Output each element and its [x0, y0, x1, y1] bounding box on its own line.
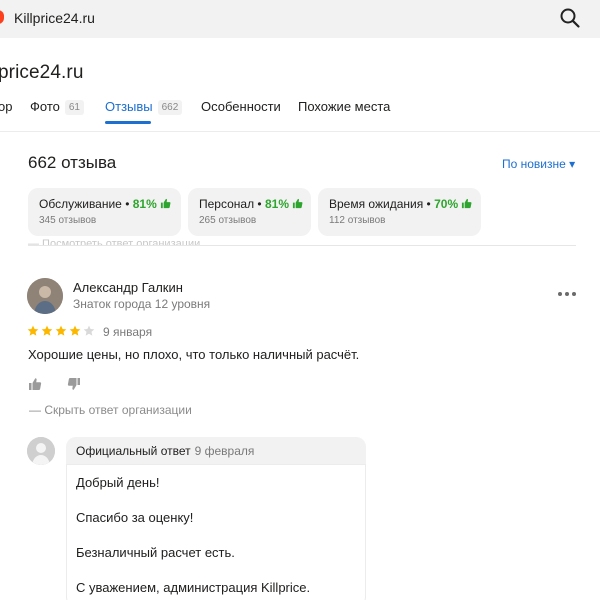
review-date: 9 января	[103, 325, 153, 339]
category-name: Время ожидания	[329, 197, 424, 211]
tab-label: Фото	[30, 99, 60, 114]
tab-similar-places[interactable]: Похожие места	[298, 99, 390, 114]
sort-dropdown[interactable]: По новизне ▾	[502, 157, 575, 171]
tab-reviews[interactable]: Отзывы 662	[105, 99, 183, 124]
tab-label: Отзывы	[105, 99, 153, 114]
star-icon	[69, 325, 81, 336]
tab-label: Особенности	[201, 99, 281, 114]
category-name: Обслуживание	[39, 197, 122, 211]
logo-icon	[0, 10, 4, 24]
thumbs-up-icon	[161, 198, 171, 209]
tab-photos[interactable]: Фото 61	[30, 99, 84, 115]
category-name: Персонал	[199, 197, 255, 211]
thumbs-up-icon	[462, 198, 472, 209]
category-count: 112 отзывов	[329, 215, 386, 226]
reviews-count: 662 отзыва	[28, 153, 117, 172]
reply-line: Безналичный расчет есть.	[76, 545, 235, 560]
tab-overview[interactable]: ор	[0, 99, 12, 114]
tab-count: 662	[157, 100, 183, 115]
category-chip-service[interactable]: Обслуживание • 81% 345 отзывов	[28, 188, 181, 236]
star-icon	[27, 325, 39, 336]
tab-count: 61	[64, 100, 84, 115]
site-domain[interactable]: Killprice24.ru	[14, 10, 95, 26]
reply-line: С уважением, администрация Killprice.	[76, 580, 311, 595]
tab-label: ор	[0, 99, 13, 114]
reply-title: Официальный ответ	[76, 444, 191, 458]
more-options-icon[interactable]	[558, 292, 578, 298]
tab-bar: ор Фото 61 Отзывы 662 Особенности Похожие …	[0, 98, 600, 132]
tab-features[interactable]: Особенности	[201, 99, 281, 114]
review-divider	[28, 245, 576, 246]
category-chip-wait-time[interactable]: Время ожидания • 70% 112 отзывов	[318, 188, 481, 236]
star-icon	[83, 325, 95, 336]
business-title: price24.ru	[0, 62, 84, 83]
official-reply: Официальный ответ 9 февраля Добрый день! …	[66, 437, 366, 600]
reply-line: Добрый день!	[76, 475, 160, 490]
category-count: 265 отзывов	[199, 215, 257, 226]
review-text: Хорошие цены, но плохо, что только налич…	[28, 347, 360, 362]
reply-line: Спасибо за оценку!	[76, 510, 194, 525]
review-author-level: Знаток города 12 уровня	[73, 297, 211, 311]
reply-date: 9 февраля	[194, 444, 255, 458]
category-percent: 81%	[132, 197, 157, 211]
thumbs-down-icon[interactable]	[67, 377, 81, 391]
review-author-name[interactable]: Александр Галкин	[73, 280, 183, 295]
category-count: 345 отзывов	[39, 215, 97, 226]
category-percent: 81%	[264, 197, 289, 211]
organization-avatar	[27, 437, 55, 465]
previous-review-reply-toggle[interactable]: — Посмотреть ответ организации	[28, 236, 288, 245]
hide-reply-toggle[interactable]: — Скрыть ответ организации	[29, 403, 192, 417]
top-bar: Killprice24.ru	[0, 0, 600, 38]
search-icon[interactable]	[559, 7, 581, 29]
reply-body: Добрый день! Спасибо за оценку! Безналич…	[66, 464, 366, 600]
star-icon	[55, 325, 67, 336]
category-chip-staff[interactable]: Персонал • 81% 265 отзывов	[188, 188, 311, 236]
thumbs-up-icon[interactable]	[28, 377, 42, 391]
avatar[interactable]	[27, 278, 63, 314]
thumbs-up-icon	[293, 198, 303, 209]
star-icon	[41, 325, 53, 336]
active-tab-indicator	[105, 121, 151, 124]
tab-label: Похожие места	[298, 99, 391, 114]
category-percent: 70%	[434, 197, 459, 211]
